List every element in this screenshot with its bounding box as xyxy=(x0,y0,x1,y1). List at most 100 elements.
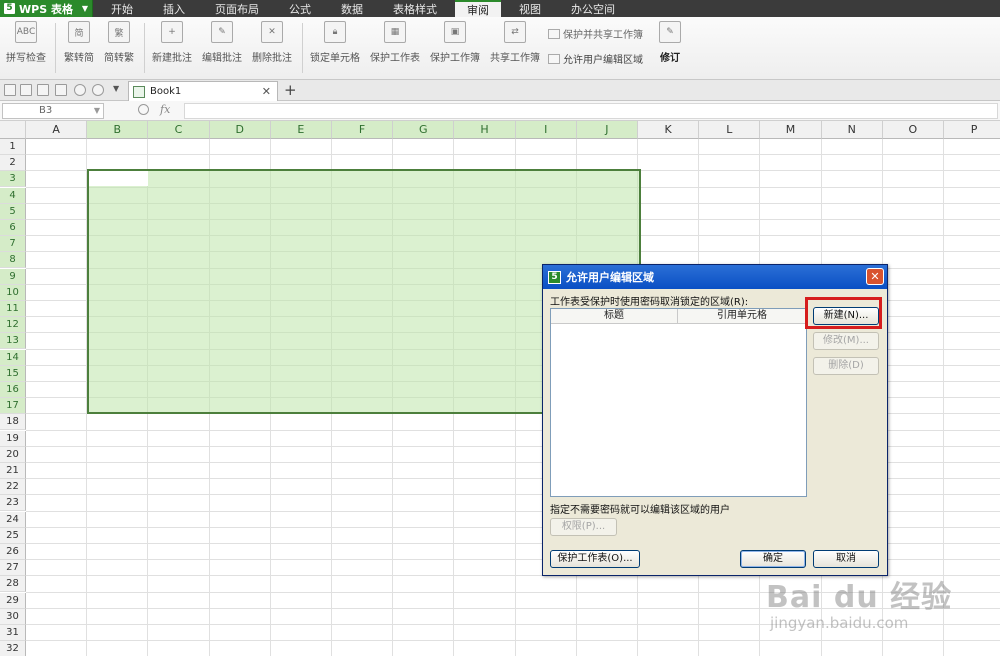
column-ref-cells[interactable]: 引用单元格 xyxy=(678,309,806,323)
simp-to-trad-button[interactable]: 繁 简转繁 xyxy=(100,21,138,64)
row-header[interactable]: 12 xyxy=(0,317,26,334)
name-box[interactable]: B3 ▼ xyxy=(2,103,104,119)
menu-review[interactable]: 审阅 xyxy=(455,0,501,17)
ok-button[interactable]: 确定 xyxy=(740,550,806,568)
menu-data[interactable]: 数据 xyxy=(329,0,375,17)
column-header[interactable]: H xyxy=(454,121,516,139)
row-header[interactable]: 16 xyxy=(0,382,26,398)
row-header[interactable]: 1 xyxy=(0,139,26,155)
trad-to-simp-button[interactable]: 简 繁转简 xyxy=(60,21,98,64)
select-all-corner[interactable] xyxy=(0,121,26,139)
row-header[interactable]: 26 xyxy=(0,544,26,560)
column-header[interactable]: B xyxy=(87,121,149,139)
column-header[interactable]: I xyxy=(515,121,577,139)
row-header[interactable]: 14 xyxy=(0,349,26,366)
dialog-title-bar[interactable]: 5 允许用户编辑区域 xyxy=(543,265,887,289)
row-header[interactable]: 22 xyxy=(0,479,26,496)
column-header[interactable]: P xyxy=(944,121,1000,139)
column-header[interactable]: N xyxy=(821,121,883,139)
delete-comment-button[interactable]: ✕ 删除批注 xyxy=(248,21,296,64)
row-header[interactable]: 5 xyxy=(0,203,26,220)
column-header[interactable]: O xyxy=(882,121,944,139)
menu-insert[interactable]: 插入 xyxy=(151,0,197,17)
column-header[interactable]: A xyxy=(26,121,88,139)
menu-table-style[interactable]: 表格样式 xyxy=(381,0,449,17)
name-box-dropdown-icon[interactable]: ▼ xyxy=(94,104,100,118)
row-header[interactable]: 3 xyxy=(0,171,26,188)
formula-input[interactable] xyxy=(184,103,998,119)
active-cell[interactable] xyxy=(89,171,148,186)
row-header[interactable]: 6 xyxy=(0,220,26,236)
edit-comment-button[interactable]: ✎ 编辑批注 xyxy=(198,21,246,64)
lock-cell-button[interactable]: 🔒︎ 锁定单元格 xyxy=(306,21,364,64)
row-header[interactable]: 18 xyxy=(0,414,26,431)
column-header[interactable]: E xyxy=(270,121,332,139)
row-header[interactable]: 17 xyxy=(0,398,26,415)
column-header[interactable]: D xyxy=(209,121,271,139)
row-header[interactable]: 10 xyxy=(0,284,26,301)
row-header[interactable]: 9 xyxy=(0,268,26,285)
menu-view[interactable]: 视图 xyxy=(507,0,553,17)
row-header[interactable]: 27 xyxy=(0,560,26,577)
spellcheck-button[interactable]: ABC 拼写检查 xyxy=(4,21,48,64)
allow-edit-ranges-button[interactable]: 允许用户编辑区域 xyxy=(548,51,643,66)
row-header[interactable]: 31 xyxy=(0,625,26,641)
protect-share-button[interactable]: 保护并共享工作簿 xyxy=(548,26,643,41)
row-header[interactable]: 4 xyxy=(0,187,26,204)
column-header[interactable]: K xyxy=(638,121,700,139)
row-header[interactable]: 25 xyxy=(0,527,26,544)
row-header[interactable]: 7 xyxy=(0,236,26,253)
menu-home[interactable]: 开始 xyxy=(99,0,145,17)
new-comment-button[interactable]: + 新建批注 xyxy=(148,21,196,64)
row-header[interactable]: 32 xyxy=(0,641,26,656)
share-book-button[interactable]: ⇄ 共享工作簿 xyxy=(486,21,544,64)
new-tab-icon[interactable]: + xyxy=(284,81,297,99)
track-changes-button[interactable]: ✎ 修订 xyxy=(652,21,688,64)
close-tab-icon[interactable]: ✕ xyxy=(262,85,271,98)
menu-formula[interactable]: 公式 xyxy=(277,0,323,17)
row-header[interactable]: 21 xyxy=(0,463,26,479)
save-icon[interactable] xyxy=(20,84,32,96)
protect-sheet-button[interactable]: ▦ 保护工作表 xyxy=(366,21,424,64)
row-header[interactable]: 30 xyxy=(0,608,26,625)
row-header[interactable]: 20 xyxy=(0,446,26,463)
print-preview-icon[interactable] xyxy=(55,84,67,96)
menu-office-space[interactable]: 办公空间 xyxy=(559,0,627,17)
menu-page-layout[interactable]: 页面布局 xyxy=(203,0,271,17)
row-header[interactable]: 11 xyxy=(0,301,26,317)
column-header[interactable]: G xyxy=(393,121,455,139)
fx-icon[interactable]: fx xyxy=(160,103,170,116)
row-header[interactable]: 8 xyxy=(0,252,26,269)
row-header[interactable]: 29 xyxy=(0,592,26,609)
column-header[interactable]: C xyxy=(148,121,210,139)
zoom-icon[interactable] xyxy=(138,104,149,115)
cancel-button[interactable]: 取消 xyxy=(813,550,879,568)
row-header[interactable]: 15 xyxy=(0,365,26,382)
redo-icon[interactable] xyxy=(92,84,104,96)
modify-range-button[interactable]: 修改(M)... xyxy=(813,332,879,350)
doc-tab-book1[interactable]: Book1 ✕ xyxy=(128,81,278,101)
row-header[interactable]: 24 xyxy=(0,511,26,528)
open-icon[interactable] xyxy=(4,84,16,96)
row-header[interactable]: 13 xyxy=(0,333,26,350)
protect-book-button[interactable]: ▣ 保护工作簿 xyxy=(426,21,484,64)
row-header[interactable]: 23 xyxy=(0,495,26,512)
delete-range-button[interactable]: 删除(D) xyxy=(813,357,879,375)
row-header[interactable]: 28 xyxy=(0,576,26,593)
row-header[interactable]: 19 xyxy=(0,430,26,447)
qat-dropdown-icon[interactable]: ▼ xyxy=(113,84,119,93)
column-header[interactable]: J xyxy=(576,121,638,139)
ranges-list[interactable]: 标题 引用单元格 xyxy=(550,308,807,497)
print-icon[interactable] xyxy=(37,84,49,96)
column-header[interactable]: L xyxy=(699,121,761,139)
new-comment-icon: + xyxy=(161,21,183,43)
undo-icon[interactable] xyxy=(74,84,86,96)
permissions-button[interactable]: 权限(P)... xyxy=(550,518,617,536)
app-menu-button[interactable]: 5 WPS 表格 ▼ xyxy=(0,0,93,17)
row-header[interactable]: 2 xyxy=(0,155,26,172)
column-header[interactable]: M xyxy=(760,121,822,139)
column-header[interactable]: F xyxy=(332,121,394,139)
column-title[interactable]: 标题 xyxy=(551,309,678,323)
dialog-close-icon[interactable]: ✕ xyxy=(866,268,884,285)
protect-sheet-dialog-button[interactable]: 保护工作表(O)... xyxy=(550,550,640,568)
